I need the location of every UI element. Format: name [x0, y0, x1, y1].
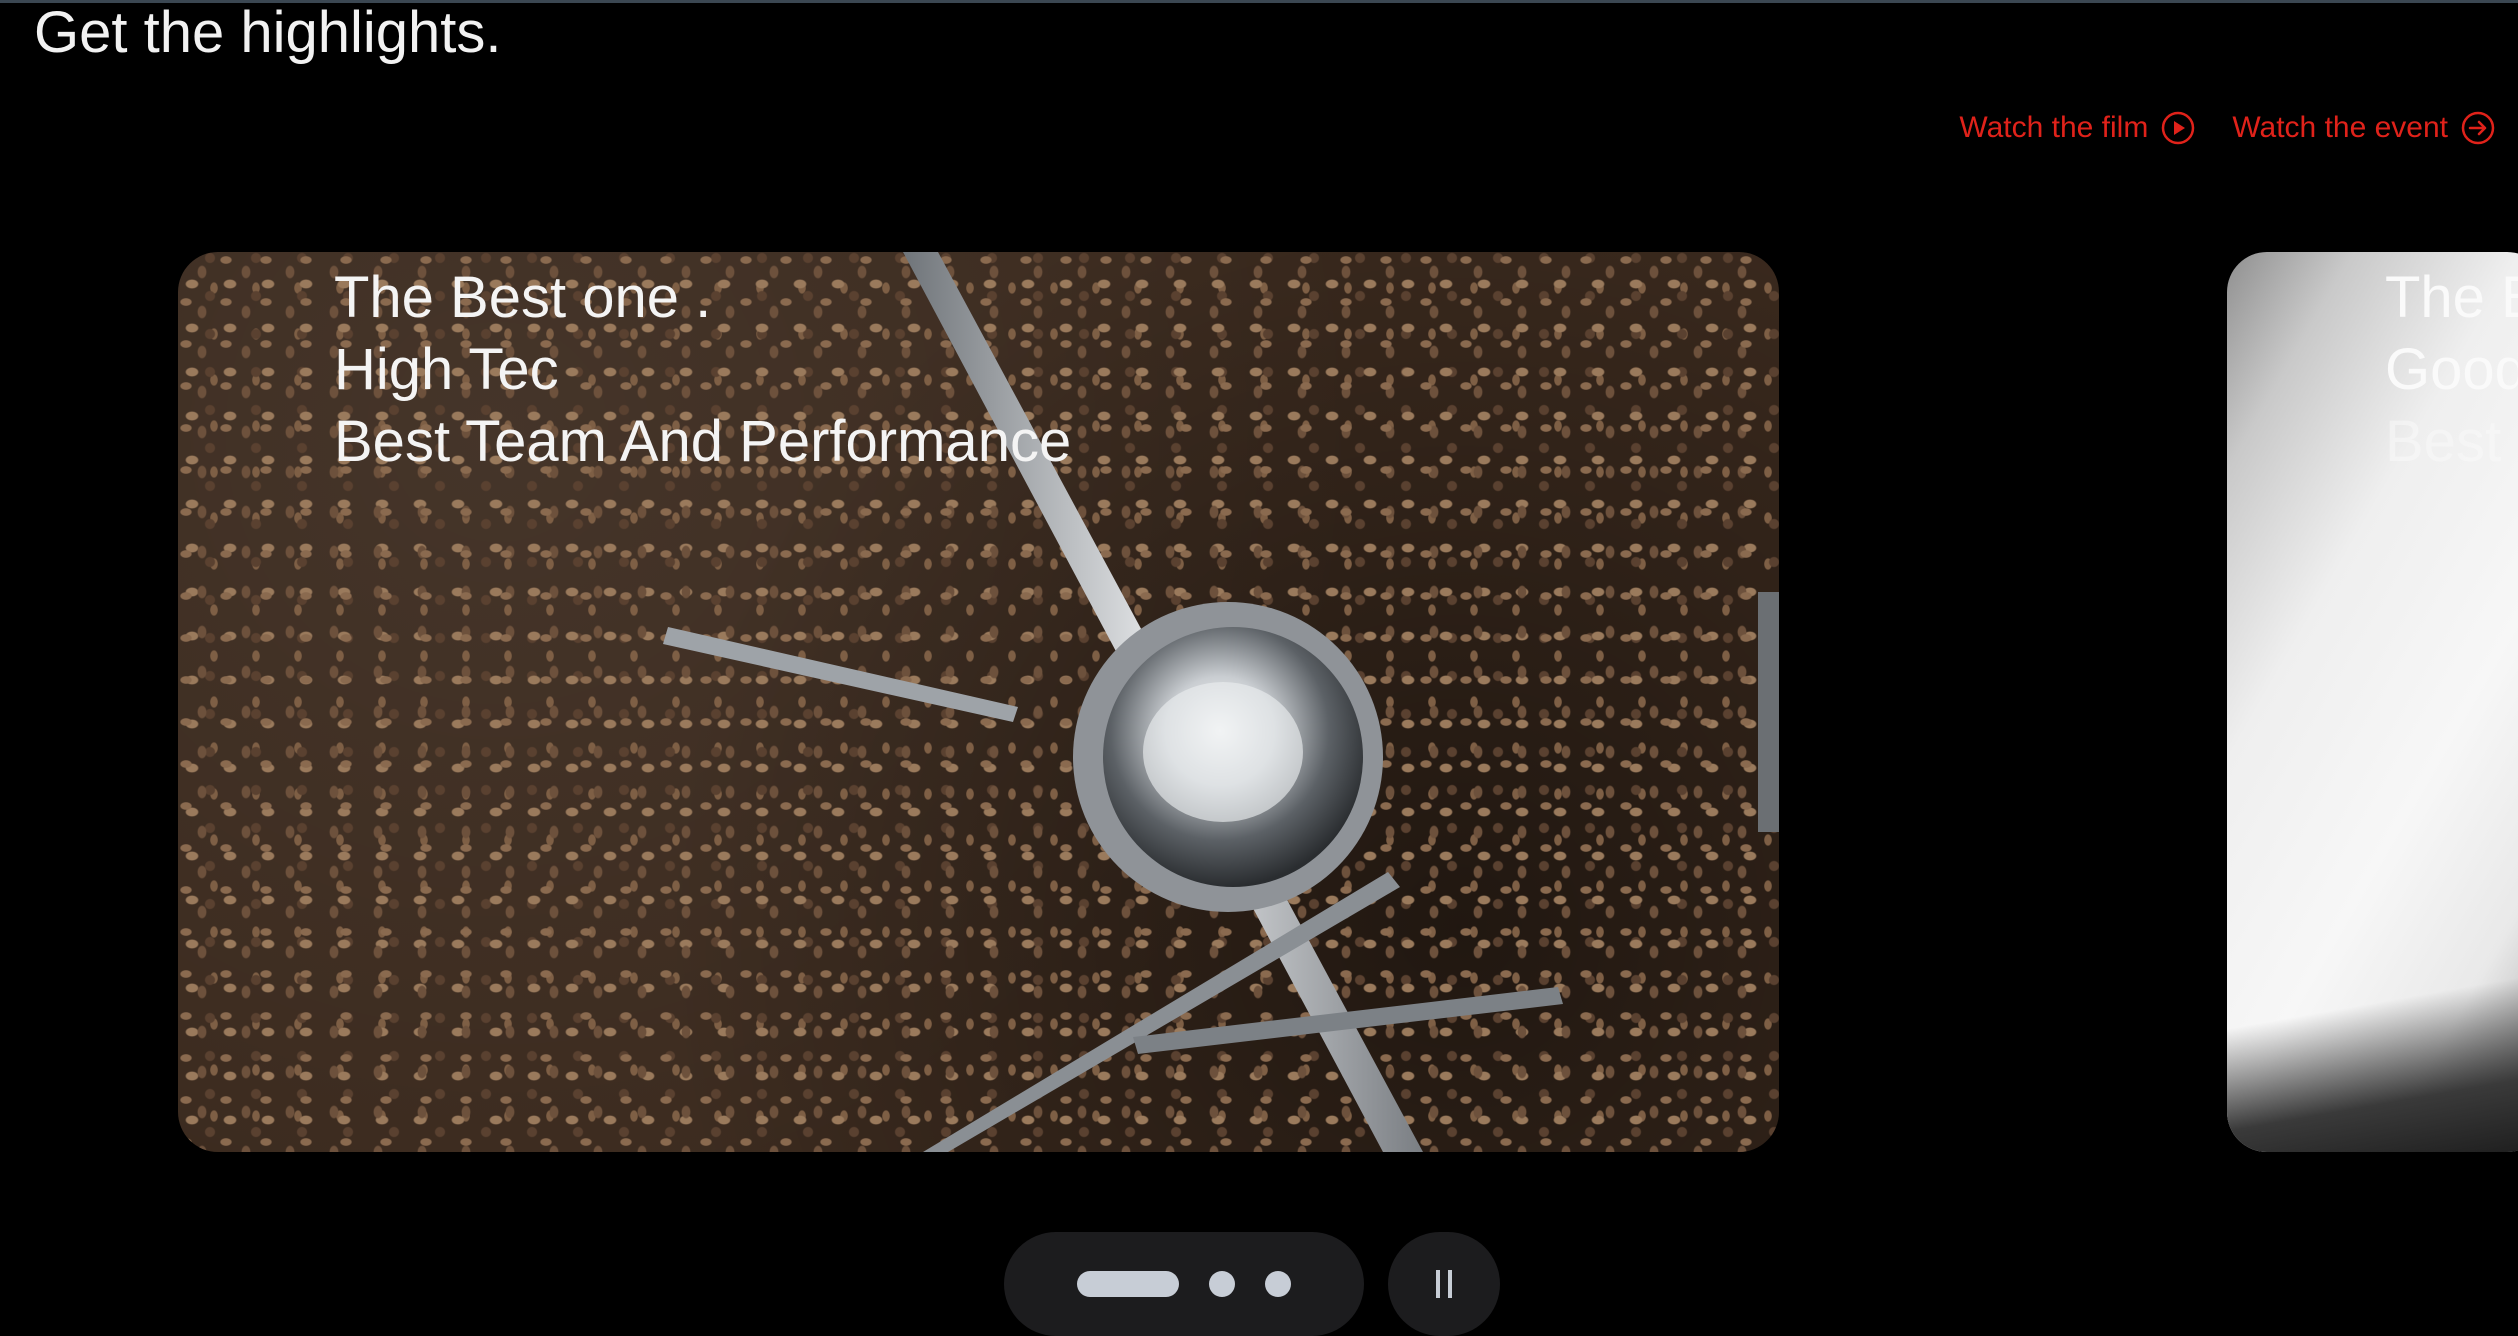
highlight-slide-coffee[interactable]: The Best one . High Tec Best Team And Pe…	[178, 252, 1779, 1152]
highlight-slide-next[interactable]: The B Good Best	[2227, 252, 2518, 1152]
carousel-controls	[1004, 1232, 1500, 1336]
highlight-links: Watch the film Watch the event	[1959, 110, 2496, 146]
arrow-right-circle-icon	[2461, 111, 2495, 145]
page-title: Get the highlights.	[34, 0, 502, 65]
play-circle-icon	[2162, 111, 2195, 145]
pause-icon	[1436, 1270, 1440, 1298]
carousel-dots	[1004, 1232, 1364, 1336]
watch-event-label: Watch the event	[2232, 111, 2448, 144]
caption-line: Best	[2385, 409, 2502, 474]
caption-line: Best Team And Performance	[334, 409, 1072, 474]
watch-film-label: Watch the film	[1959, 111, 2149, 144]
carousel-dot-2[interactable]	[1209, 1271, 1235, 1297]
watch-film-link[interactable]: Watch the film	[1959, 110, 2196, 146]
caption-line: Good	[2385, 337, 2518, 402]
carousel-dot-1[interactable]	[1077, 1271, 1179, 1297]
pause-button[interactable]	[1388, 1232, 1500, 1336]
carousel-dot-3[interactable]	[1265, 1271, 1291, 1297]
caption-line: The B	[2385, 265, 2518, 330]
slide-caption: The Best one . High Tec Best Team And Pe…	[334, 262, 1071, 478]
slide-caption: The B Good Best	[2385, 262, 2518, 478]
caption-line: High Tec	[334, 337, 559, 402]
caption-line: The Best one .	[334, 265, 712, 330]
watch-event-link[interactable]: Watch the event	[2232, 110, 2496, 146]
slide-shadow	[2227, 952, 2518, 1152]
